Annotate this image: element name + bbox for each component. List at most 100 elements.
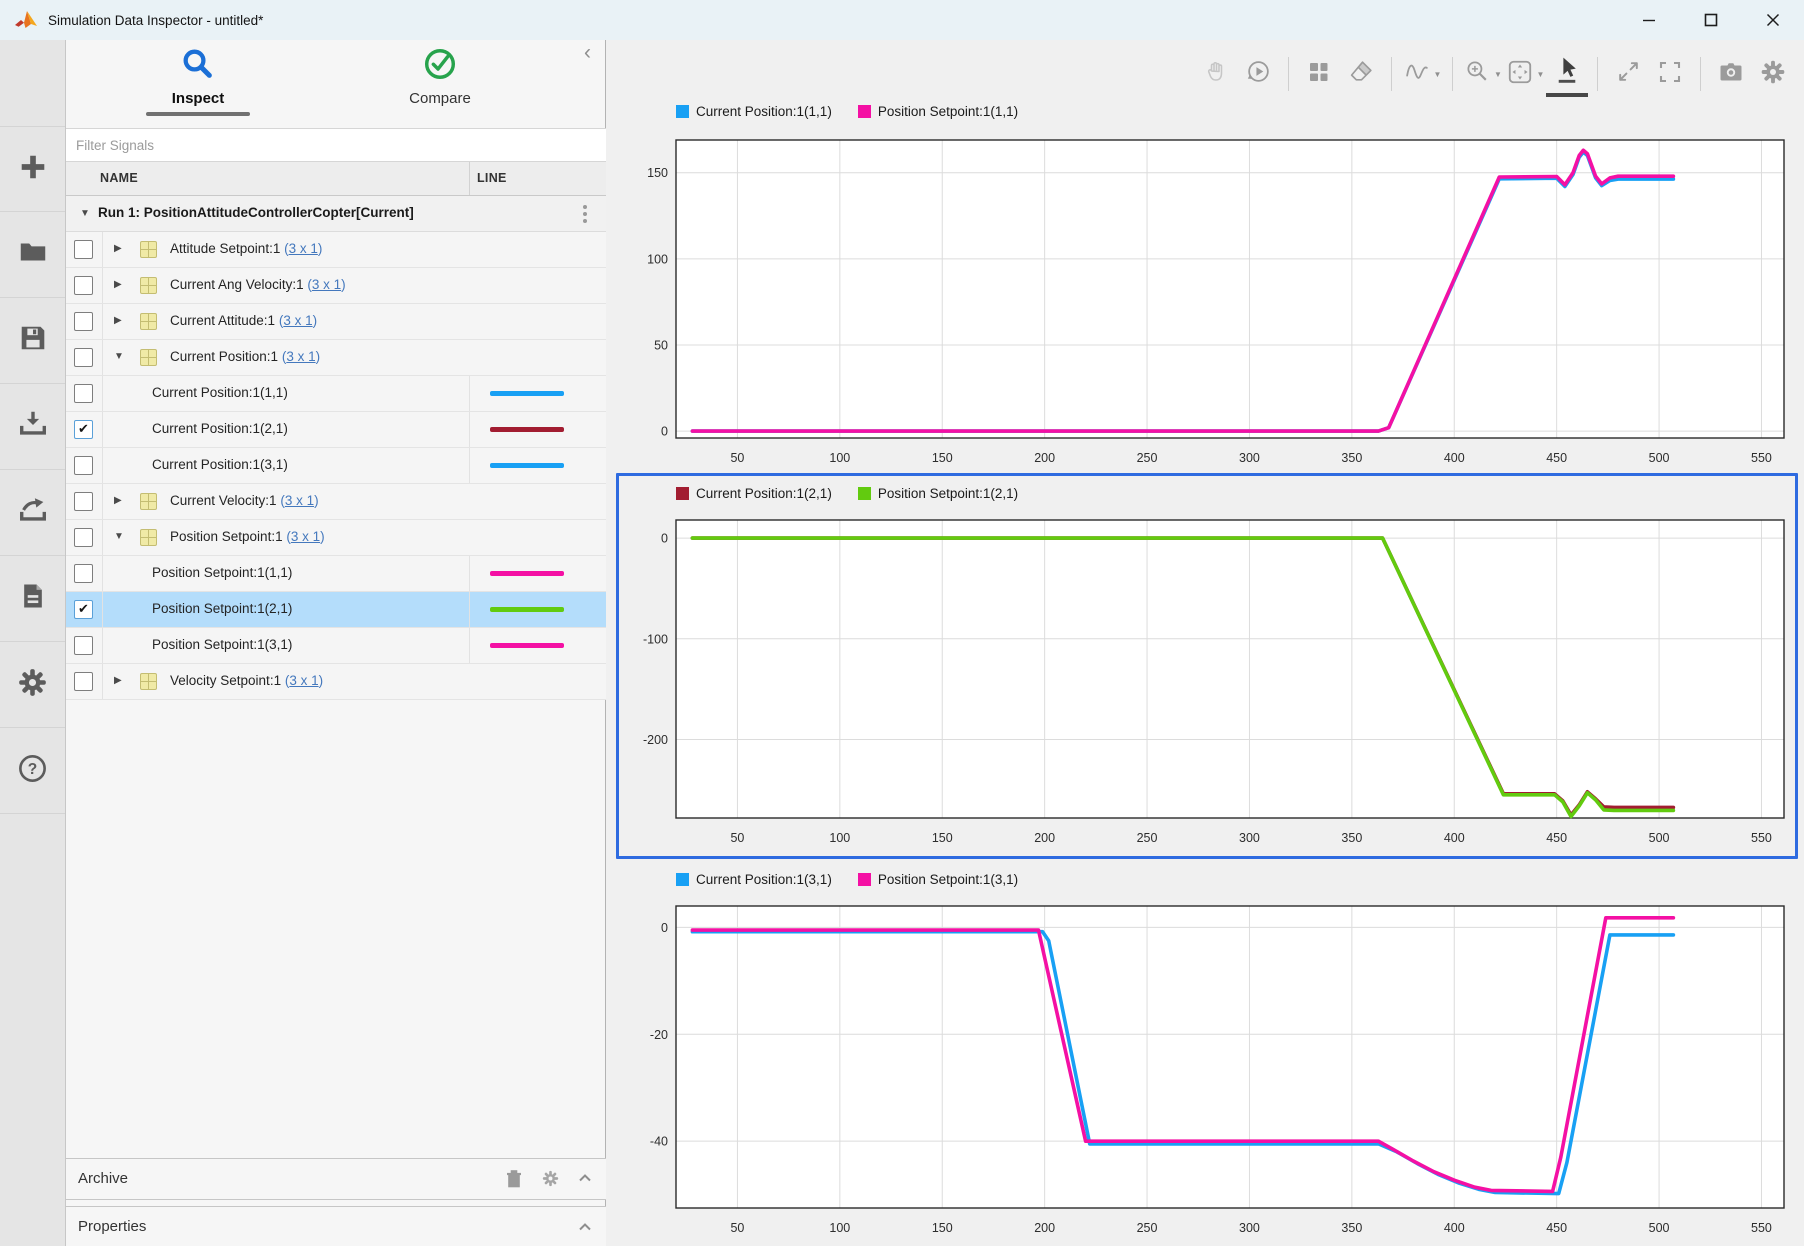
- svg-text:350: 350: [1341, 831, 1362, 845]
- chevron-down-icon[interactable]: ▼: [1434, 70, 1442, 79]
- archive-bar[interactable]: Archive: [66, 1158, 606, 1200]
- tree-row-signal[interactable]: Current Position:1(1,1): [66, 376, 606, 412]
- fullscreen-icon: [1657, 59, 1683, 90]
- tree-row-signal[interactable]: Position Setpoint:1(3,1): [66, 628, 606, 664]
- tab-compare[interactable]: Compare: [360, 46, 520, 107]
- signal-checkbox[interactable]: [74, 312, 93, 331]
- signal-checkbox[interactable]: [74, 456, 93, 475]
- signal-checkbox[interactable]: [74, 276, 93, 295]
- signal-checkbox[interactable]: [74, 348, 93, 367]
- tree-row-group[interactable]: ▶Current Ang Velocity:1 (3 x 1): [66, 268, 606, 304]
- chevron-down-icon[interactable]: ▼: [1494, 70, 1502, 79]
- help-button[interactable]: ?: [0, 728, 65, 814]
- save-button[interactable]: [0, 298, 65, 384]
- replay-button[interactable]: [1237, 51, 1279, 97]
- collapse-arrow-icon[interactable]: ▼: [114, 351, 124, 362]
- fullscreen-button[interactable]: [1649, 51, 1691, 97]
- signal-checkbox[interactable]: [74, 384, 93, 403]
- signal-checkbox[interactable]: ✔: [74, 600, 93, 619]
- dims-link[interactable]: (3 x 1): [286, 529, 324, 544]
- signal-checkbox[interactable]: [74, 564, 93, 583]
- tree-row-signal[interactable]: Current Position:1(3,1): [66, 448, 606, 484]
- tree-row-signal[interactable]: Position Setpoint:1(1,1): [66, 556, 606, 592]
- new-button[interactable]: [0, 126, 65, 212]
- import-button[interactable]: [0, 384, 65, 470]
- signal-cursor-button[interactable]: ▼: [1401, 51, 1443, 97]
- svg-text:250: 250: [1137, 451, 1158, 465]
- legend-color-swatch: [676, 487, 689, 500]
- plot1-canvas[interactable]: 5010015020025030035040045050055005010015…: [636, 126, 1796, 474]
- archive-collapse-icon[interactable]: [576, 1169, 594, 1192]
- pan-button[interactable]: [1195, 51, 1237, 97]
- run-row[interactable]: ▼ Run 1: PositionAttitudeControllerCopte…: [66, 196, 606, 232]
- chevron-down-icon[interactable]: ▼: [1537, 70, 1545, 79]
- legend-item: Position Setpoint:1(3,1): [858, 872, 1018, 887]
- properties-collapse-icon[interactable]: [576, 1218, 594, 1241]
- tree-row-signal[interactable]: ✔Current Position:1(2,1): [66, 412, 606, 448]
- maximize-button[interactable]: [1680, 0, 1742, 40]
- collapse-arrow-icon[interactable]: ▼: [114, 531, 124, 542]
- signal-name: Position Setpoint:1(2,1): [152, 601, 292, 616]
- tree-row-group[interactable]: ▶Current Attitude:1 (3 x 1): [66, 304, 606, 340]
- dims-link[interactable]: (3 x 1): [280, 493, 318, 508]
- svg-text:50: 50: [730, 451, 744, 465]
- pointer-button[interactable]: [1546, 51, 1588, 97]
- tree-row-signal[interactable]: ✔ Position Setpoint:1(2,1): [66, 592, 606, 628]
- tree-row-group[interactable]: ▼Position Setpoint:1 (3 x 1): [66, 520, 606, 556]
- legend-item: Current Position:1(2,1): [676, 486, 832, 501]
- signal-checkbox[interactable]: [74, 672, 93, 691]
- tree-row-group[interactable]: ▶Current Velocity:1 (3 x 1): [66, 484, 606, 520]
- svg-text:-100: -100: [643, 632, 668, 646]
- clear-button[interactable]: [1340, 51, 1382, 97]
- expand-arrow-icon[interactable]: ▶: [114, 243, 122, 254]
- tree-row-group[interactable]: ▶Attitude Setpoint:1 (3 x 1): [66, 232, 606, 268]
- run-expand-arrow[interactable]: ▼: [80, 208, 90, 219]
- trash-icon[interactable]: [504, 1169, 524, 1194]
- snapshot-button[interactable]: [1710, 51, 1752, 97]
- expand-arrow-icon[interactable]: ▶: [114, 279, 122, 290]
- tab-inspect-label: Inspect: [172, 90, 225, 107]
- tree-row-group[interactable]: ▶ Velocity Setpoint:1 (3 x 1): [66, 664, 606, 700]
- expand-arrow-icon[interactable]: ▶: [114, 495, 122, 506]
- collapse-panel-icon[interactable]: ‹: [584, 40, 591, 66]
- properties-bar[interactable]: Properties: [66, 1206, 606, 1246]
- expand-arrow-icon[interactable]: ▶: [114, 315, 122, 326]
- signal-name: Velocity Setpoint:1 (3 x 1): [170, 673, 323, 688]
- signal-checkbox[interactable]: [74, 636, 93, 655]
- signal-checkbox[interactable]: ✔: [74, 420, 93, 439]
- signal-checkbox[interactable]: [74, 528, 93, 547]
- signal-checkbox[interactable]: [74, 240, 93, 259]
- run-menu-icon[interactable]: [583, 205, 587, 223]
- dims-link[interactable]: (3 x 1): [279, 313, 317, 328]
- tab-inspect[interactable]: Inspect: [120, 46, 276, 116]
- minimize-button[interactable]: [1618, 0, 1680, 40]
- dims-link[interactable]: (3 x 1): [307, 277, 345, 292]
- tree-row-group[interactable]: ▼Current Position:1 (3 x 1): [66, 340, 606, 376]
- zoom-in-button[interactable]: ▼: [1462, 51, 1504, 97]
- fit-to-view-button[interactable]: ▼: [1504, 51, 1546, 97]
- svg-text:450: 450: [1546, 831, 1567, 845]
- settings-button[interactable]: [1752, 51, 1794, 97]
- archive-gear-icon[interactable]: [541, 1169, 560, 1193]
- svg-text:550: 550: [1751, 831, 1772, 845]
- checkbox-divider: [102, 664, 103, 699]
- svg-text:150: 150: [647, 166, 668, 180]
- layout-icon: [1306, 59, 1332, 90]
- zoom-in-icon: [1464, 58, 1491, 90]
- open-button[interactable]: [0, 212, 65, 298]
- dims-link[interactable]: (3 x 1): [285, 673, 323, 688]
- close-button[interactable]: [1742, 0, 1804, 40]
- report-button[interactable]: [0, 556, 65, 642]
- filter-signals-input[interactable]: [66, 128, 606, 162]
- plot2-canvas[interactable]: 501001502002503003504004505005500-100-20…: [636, 508, 1796, 854]
- plot3-canvas[interactable]: 501001502002503003504004505005500-20-40: [636, 894, 1796, 1244]
- expand-button[interactable]: [1607, 51, 1649, 97]
- preferences-button[interactable]: [0, 642, 65, 728]
- dims-link[interactable]: (3 x 1): [282, 349, 320, 364]
- layout-button[interactable]: [1298, 51, 1340, 97]
- expand-arrow-icon[interactable]: ▶: [114, 675, 122, 686]
- svg-text:150: 150: [932, 831, 953, 845]
- export-button[interactable]: [0, 470, 65, 556]
- dims-link[interactable]: (3 x 1): [284, 241, 322, 256]
- signal-checkbox[interactable]: [74, 492, 93, 511]
